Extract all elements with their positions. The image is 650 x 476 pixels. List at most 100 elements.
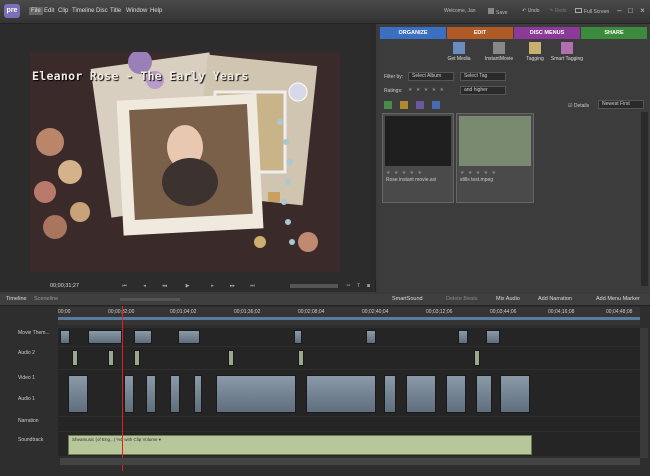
timeline-toolbar: Timeline Sceneline SmartSound Delete Bea… — [0, 294, 650, 306]
audio-clip[interactable] — [474, 350, 480, 366]
smart-tagging-button[interactable]: Smart Tagging — [542, 42, 592, 62]
fast-forward-icon[interactable]: ▸▸ — [228, 282, 237, 290]
video-clip[interactable] — [68, 375, 88, 413]
work-area-bar[interactable] — [58, 317, 640, 320]
audio-clip[interactable] — [298, 350, 304, 366]
preview-scrollbar[interactable] — [369, 24, 376, 280]
maximize-icon[interactable]: □ — [626, 6, 635, 15]
soundtrack-clip[interactable]: Sheamusic (of Eng...) %0 with Clip Volum… — [68, 435, 532, 455]
organizer-scrollbar[interactable] — [641, 112, 648, 286]
split-clip-icon[interactable]: ✂ — [344, 282, 353, 290]
media-item-name: Rose instant movie.avi — [386, 177, 437, 183]
menu-file[interactable]: File — [29, 7, 43, 15]
view-icon-4[interactable] — [432, 101, 440, 109]
view-icon-3[interactable] — [416, 101, 424, 109]
item-rating[interactable]: ★ ★ ★ ★ ★ — [460, 170, 497, 176]
track-label: Soundtrack — [18, 437, 44, 443]
video-clip[interactable] — [446, 375, 466, 413]
menu-title[interactable]: Title — [110, 8, 121, 14]
timeline-v-scrollbar[interactable] — [640, 328, 648, 458]
video-frame: Eleanor Rose - The Early Years — [30, 52, 340, 272]
play-icon[interactable]: ▶ — [183, 282, 192, 290]
video-clip[interactable] — [170, 375, 180, 413]
sort-select[interactable]: Newest First — [598, 100, 644, 109]
tab-edit[interactable]: EDIT — [447, 27, 513, 39]
audio-clip[interactable] — [134, 350, 140, 366]
playhead[interactable] — [122, 306, 123, 471]
add-menu-marker-button[interactable]: Add Menu Marker — [596, 296, 640, 302]
timeline-clip[interactable] — [458, 330, 468, 344]
track-audio-2[interactable] — [58, 347, 640, 369]
menu-timeline[interactable]: Timeline — [72, 8, 94, 14]
menu-edit[interactable]: Edit — [44, 8, 54, 14]
undo-button[interactable]: ↶ Undo — [522, 8, 540, 14]
close-icon[interactable]: × — [638, 6, 647, 15]
tab-timeline[interactable]: Timeline — [6, 296, 27, 302]
minimize-icon[interactable]: – — [615, 6, 624, 15]
video-clip[interactable] — [216, 375, 296, 413]
timeline-clip[interactable] — [294, 330, 302, 344]
mix-audio-button[interactable]: Mix Audio — [496, 296, 520, 302]
redo-button[interactable]: ↷ Redo — [549, 8, 567, 14]
delete-beats-button[interactable]: Delete Beats — [446, 296, 478, 302]
rewind-icon[interactable]: ◂◂ — [160, 282, 169, 290]
video-clip[interactable] — [194, 375, 202, 413]
menu-clip[interactable]: Clip — [58, 8, 68, 14]
track-label: Movie Them... — [18, 330, 50, 336]
time-ruler[interactable]: 00;00 00;00;32;00 00;01;04;02 00;01;36;0… — [58, 307, 640, 325]
audio-clip[interactable] — [72, 350, 78, 366]
volume-slider[interactable] — [290, 284, 338, 288]
album-select[interactable]: Select Album — [408, 72, 454, 81]
audio-clip[interactable] — [108, 350, 114, 366]
timeline-clip[interactable] — [178, 330, 200, 344]
timeline-clip[interactable] — [366, 330, 376, 344]
tab-disc-menus[interactable]: DISC MENUS — [514, 27, 580, 39]
media-thumbnail — [385, 116, 451, 166]
go-end-icon[interactable]: ⏭ — [248, 282, 257, 290]
video-clip[interactable] — [476, 375, 492, 413]
audio-clip[interactable] — [228, 350, 234, 366]
menu-help[interactable]: Help — [150, 8, 162, 14]
menu-window[interactable]: Window — [126, 8, 147, 14]
add-text-icon[interactable]: T — [354, 282, 363, 290]
video-clip[interactable] — [384, 375, 396, 413]
tab-share[interactable]: SHARE — [581, 27, 647, 39]
video-clip[interactable] — [146, 375, 156, 413]
video-clip[interactable] — [406, 375, 436, 413]
view-icon-1[interactable] — [384, 101, 392, 109]
step-back-icon[interactable]: ◂ — [140, 282, 149, 290]
view-icon-2[interactable] — [400, 101, 408, 109]
rating-stars[interactable]: ★ ★ ★ ★ ★ — [408, 87, 445, 93]
timeline-clip[interactable] — [134, 330, 152, 344]
item-rating[interactable]: ★ ★ ★ ★ ★ — [386, 170, 423, 176]
welcome-text: Welcome, Jan — [444, 8, 476, 14]
media-item[interactable]: ★ ★ ★ ★ ★ Rose instant movie.avi — [382, 113, 454, 203]
step-forward-icon[interactable]: ▸ — [208, 282, 217, 290]
video-clip[interactable] — [306, 375, 376, 413]
tag-select[interactable]: Select Tag — [460, 72, 506, 81]
video-clip[interactable] — [500, 375, 530, 413]
add-narration-button[interactable]: Add Narration — [538, 296, 572, 302]
zoom-slider[interactable] — [120, 298, 180, 301]
smartsound-button[interactable]: SmartSound — [392, 296, 423, 302]
track-audio-1[interactable] — [58, 417, 640, 431]
details-checkbox[interactable]: ☑ Details — [568, 103, 589, 109]
fullscreen-button[interactable]: Full Screen — [575, 8, 609, 15]
timeline-clip[interactable] — [88, 330, 122, 344]
media-item[interactable]: ★ ★ ★ ★ ★ stills test.mpeg — [456, 113, 534, 203]
save-button[interactable]: Save — [488, 8, 507, 16]
tab-sceneline[interactable]: Sceneline — [34, 296, 58, 302]
video-clip[interactable] — [124, 375, 134, 413]
instantmovie-icon — [493, 42, 505, 54]
ruler-tick: 00;00 — [58, 309, 71, 315]
snapshot-icon[interactable]: ◙ — [364, 282, 373, 290]
tab-organize[interactable]: ORGANIZE — [380, 27, 446, 39]
get-media-icon — [453, 42, 465, 54]
go-start-icon[interactable]: ⏮ — [120, 282, 129, 290]
timeline-h-scrollbar[interactable] — [60, 458, 640, 465]
timeline-clip[interactable] — [486, 330, 500, 344]
ruler-tick: 00;03;12;06 — [426, 309, 453, 315]
and-higher-select[interactable]: and higher — [460, 86, 506, 95]
menu-disc[interactable]: Disc — [96, 8, 108, 14]
timeline-clip[interactable] — [60, 330, 70, 344]
